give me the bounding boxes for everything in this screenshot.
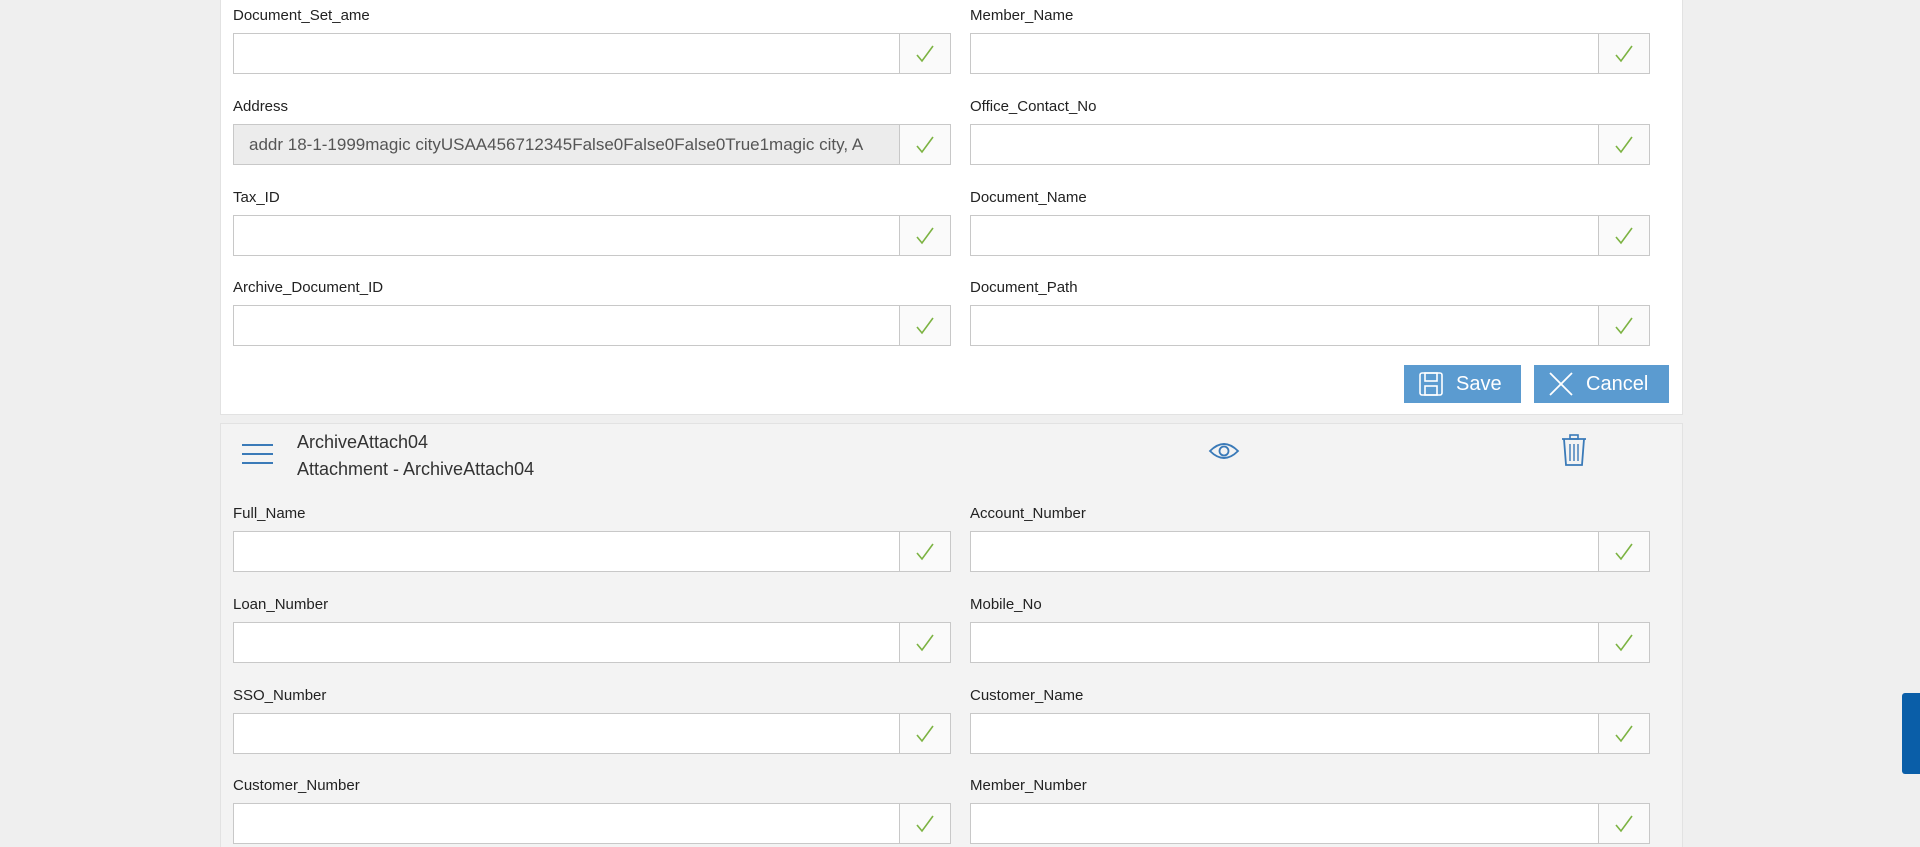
field-label-document-name: Document_Name [970, 189, 1087, 206]
check-icon [899, 532, 950, 571]
field-label-customer-name: Customer_Name [970, 687, 1084, 704]
check-icon [1598, 125, 1649, 164]
office-contact-no-field[interactable] [970, 124, 1650, 165]
mobile-no-field[interactable] [970, 622, 1650, 663]
address-field[interactable]: addr 18-1-1999magic cityUSAA456712345Fal… [233, 124, 951, 165]
check-icon [1598, 34, 1649, 73]
account-number-field[interactable] [970, 531, 1650, 572]
field-label-member-name: Member_Name [970, 7, 1074, 24]
eye-icon[interactable] [1208, 440, 1240, 462]
loan-number-field[interactable] [233, 622, 951, 663]
tax-id-value[interactable] [234, 216, 898, 255]
field-label-full-name: Full_Name [233, 505, 306, 522]
attachment-subtitle: Attachment - ArchiveAttach04 [297, 459, 535, 479]
office-contact-no-value[interactable] [971, 125, 1597, 164]
check-icon [899, 623, 950, 662]
member-number-field[interactable] [970, 803, 1650, 844]
trash-icon[interactable] [1561, 434, 1587, 466]
close-icon [1549, 372, 1573, 396]
field-label-account-number: Account_Number [970, 505, 1086, 522]
full-name-value[interactable] [234, 532, 898, 571]
side-panel-tab[interactable] [1902, 693, 1920, 774]
document-name-value[interactable] [971, 216, 1597, 255]
document-set-name-value[interactable] [234, 34, 898, 73]
document-path-value[interactable] [971, 306, 1597, 345]
cancel-button[interactable]: Cancel [1534, 365, 1669, 403]
field-label-document-path: Document_Path [970, 279, 1078, 296]
field-label-document-set-name: Document_Set_ame [233, 7, 370, 24]
document-path-field[interactable] [970, 305, 1650, 346]
member-name-value[interactable] [971, 34, 1597, 73]
check-icon [899, 34, 950, 73]
cancel-button-label: Cancel [1586, 372, 1649, 395]
floppy-disk-icon [1419, 372, 1443, 396]
account-number-value[interactable] [971, 532, 1597, 571]
check-icon [899, 804, 950, 843]
check-icon [899, 125, 950, 164]
field-label-customer-number: Customer_Number [233, 777, 360, 794]
field-label-office-contact-no: Office_Contact_No [970, 98, 1097, 115]
field-label-loan-number: Loan_Number [233, 596, 329, 613]
sso-number-value[interactable] [234, 714, 898, 753]
address-value[interactable]: addr 18-1-1999magic cityUSAA456712345Fal… [234, 125, 898, 164]
field-label-archive-document-id: Archive_Document_ID [233, 279, 384, 296]
tax-id-field[interactable] [233, 215, 951, 256]
member-number-value[interactable] [971, 804, 1597, 843]
hamburger-icon[interactable] [242, 444, 273, 468]
document-name-field[interactable] [970, 215, 1650, 256]
check-icon [1598, 714, 1649, 753]
check-icon [1598, 623, 1649, 662]
check-icon [1598, 306, 1649, 345]
field-label-tax-id: Tax_ID [233, 189, 280, 206]
mobile-no-value[interactable] [971, 623, 1597, 662]
check-icon [899, 714, 950, 753]
customer-number-value[interactable] [234, 804, 898, 843]
customer-name-field[interactable] [970, 713, 1650, 754]
check-icon [1598, 216, 1649, 255]
save-button-label: Save [1456, 372, 1502, 395]
check-icon [899, 306, 950, 345]
check-icon [899, 216, 950, 255]
save-button[interactable]: Save [1404, 365, 1521, 403]
member-name-field[interactable] [970, 33, 1650, 74]
check-icon [1598, 804, 1649, 843]
customer-number-field[interactable] [233, 803, 951, 844]
field-label-sso-number: SSO_Number [233, 687, 327, 704]
customer-name-value[interactable] [971, 714, 1597, 753]
archive-document-id-field[interactable] [233, 305, 951, 346]
archive-document-id-value[interactable] [234, 306, 898, 345]
sso-number-field[interactable] [233, 713, 951, 754]
loan-number-value[interactable] [234, 623, 898, 662]
full-name-field[interactable] [233, 531, 951, 572]
attachment-title: ArchiveAttach04 [297, 432, 429, 452]
check-icon [1598, 532, 1649, 571]
document-set-name-field[interactable] [233, 33, 951, 74]
field-label-member-number: Member_Number [970, 777, 1087, 794]
field-label-address: Address [233, 98, 289, 115]
field-label-mobile-no: Mobile_No [970, 596, 1042, 613]
